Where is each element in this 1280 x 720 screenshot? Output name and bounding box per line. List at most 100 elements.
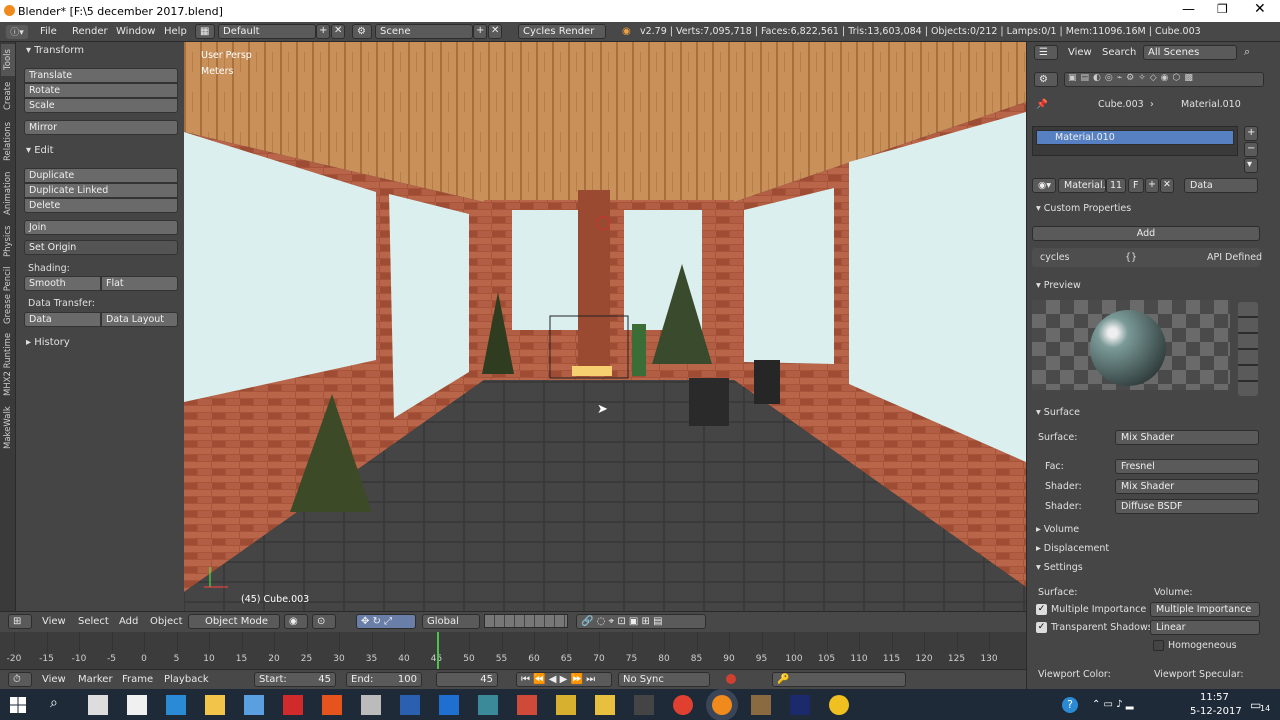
preview-header[interactable]: ▾ Preview bbox=[1036, 280, 1081, 291]
manipulator-icon[interactable]: ✥ ↻ ⤢ bbox=[356, 614, 416, 629]
properties-context-tabs[interactable]: ▣▤◐◎⌁⚙✧◇◉⬡▩ bbox=[1064, 72, 1264, 87]
outlook-icon[interactable] bbox=[439, 695, 459, 715]
outliner-view-menu[interactable]: View bbox=[1068, 47, 1092, 58]
set-origin-select[interactable]: Set Origin bbox=[24, 240, 178, 255]
vp-menu-view[interactable]: View bbox=[42, 616, 66, 627]
settings-header[interactable]: ▾ Settings bbox=[1036, 562, 1083, 573]
start-frame-field[interactable]: Start: 45 bbox=[254, 672, 336, 687]
flat-button[interactable]: Flat bbox=[101, 276, 178, 291]
vectorworks-icon[interactable] bbox=[556, 695, 576, 715]
volume-header[interactable]: ▸ Volume bbox=[1036, 524, 1079, 535]
tl-menu-playback[interactable]: Playback bbox=[164, 674, 209, 685]
translate-button[interactable]: Translate bbox=[24, 68, 178, 83]
menu-help[interactable]: Help bbox=[164, 26, 187, 37]
homogeneous-checkbox[interactable] bbox=[1153, 640, 1164, 651]
menu-window[interactable]: Window bbox=[116, 26, 155, 37]
fake-user-button[interactable]: F bbox=[1128, 178, 1144, 193]
outliner-display-select[interactable]: All Scenes bbox=[1143, 45, 1237, 60]
add-scene-button[interactable]: + bbox=[473, 24, 487, 39]
popcorn-icon[interactable] bbox=[517, 695, 537, 715]
volume-sampling-select[interactable]: Multiple Importance bbox=[1150, 602, 1260, 617]
pdf-icon[interactable] bbox=[283, 695, 303, 715]
data-button[interactable]: Data bbox=[24, 312, 101, 327]
explorer-icon[interactable] bbox=[166, 695, 186, 715]
displacement-header[interactable]: ▸ Displacement bbox=[1036, 543, 1109, 554]
pin-icon[interactable]: 📌 bbox=[1036, 99, 1048, 110]
tl-menu-marker[interactable]: Marker bbox=[78, 674, 113, 685]
3d-viewport[interactable] bbox=[184, 42, 1026, 611]
word-icon[interactable] bbox=[400, 695, 420, 715]
notes-icon[interactable] bbox=[244, 695, 264, 715]
menu-render[interactable]: Render bbox=[72, 26, 108, 37]
calculator-icon[interactable] bbox=[88, 695, 108, 715]
duplicate-button[interactable]: Duplicate bbox=[24, 168, 178, 183]
snap-icon[interactable]: 🔗 ◌ ⌖ ⊡ ▣ ⊞ ▤ bbox=[576, 614, 706, 629]
slot-add-button[interactable]: + bbox=[1244, 126, 1258, 141]
add-property-button[interactable]: Add bbox=[1032, 226, 1260, 241]
editor-type-timeline-icon[interactable]: ⏱ bbox=[8, 672, 32, 687]
material-slot-item[interactable]: Material.010 bbox=[1036, 130, 1234, 145]
vp-menu-object[interactable]: Object bbox=[150, 616, 183, 627]
app2-icon[interactable] bbox=[751, 695, 771, 715]
mirror-button[interactable]: Mirror bbox=[24, 120, 178, 135]
unlink-material-button[interactable]: ✕ bbox=[1160, 178, 1174, 193]
outliner-type-icon[interactable]: ☰ bbox=[1034, 45, 1058, 60]
help-icon[interactable]: ? bbox=[1062, 697, 1078, 713]
add-layout-button[interactable]: + bbox=[316, 24, 330, 39]
transform-panel-header[interactable]: ▾ Transform bbox=[26, 45, 84, 56]
edit-panel-header[interactable]: ▾ Edit bbox=[26, 145, 54, 156]
material-users-field[interactable]: 11 bbox=[1106, 178, 1126, 193]
windows-start-icon[interactable] bbox=[10, 697, 26, 713]
tab-create[interactable]: Create bbox=[1, 78, 15, 114]
new-material-button[interactable]: + bbox=[1145, 178, 1159, 193]
settings-taskbar-icon[interactable] bbox=[478, 695, 498, 715]
custom-properties-header[interactable]: ▾ Custom Properties bbox=[1036, 203, 1131, 214]
material-link-select[interactable]: Data bbox=[1184, 178, 1258, 193]
chrome-icon[interactable] bbox=[673, 695, 693, 715]
orientation-select[interactable]: Global bbox=[422, 614, 480, 629]
blender-taskbar-icon[interactable] bbox=[712, 695, 732, 715]
duplicate-linked-button[interactable]: Duplicate Linked bbox=[24, 183, 178, 198]
surface-shader-select[interactable]: Mix Shader bbox=[1115, 430, 1259, 445]
history-panel-header[interactable]: ▸ History bbox=[26, 337, 70, 348]
shader2-select[interactable]: Diffuse BSDF bbox=[1115, 499, 1259, 514]
smooth-button[interactable]: Smooth bbox=[24, 276, 101, 291]
norton-icon[interactable] bbox=[829, 695, 849, 715]
join-button[interactable]: Join bbox=[24, 220, 178, 235]
rotate-button[interactable]: Rotate bbox=[24, 83, 178, 98]
preview-type-buttons[interactable] bbox=[1238, 302, 1258, 396]
layout-icon[interactable]: ▦ bbox=[195, 24, 215, 39]
material-browse-icon[interactable]: ◉▾ bbox=[1032, 178, 1056, 193]
3d-cursor-icon[interactable] bbox=[596, 216, 610, 230]
app-icon[interactable] bbox=[361, 695, 381, 715]
tab-relations[interactable]: Relations bbox=[1, 118, 15, 164]
notepad-icon[interactable] bbox=[127, 695, 147, 715]
tab-mhx2-runtime[interactable]: MHX2 Runtime bbox=[1, 330, 15, 398]
keying-set-field[interactable]: 🔑 bbox=[772, 672, 906, 687]
search-icon[interactable]: ⌕ bbox=[1244, 45, 1250, 59]
scene-select[interactable]: Scene bbox=[375, 24, 473, 39]
vp-menu-add[interactable]: Add bbox=[119, 616, 138, 627]
tl-menu-view[interactable]: View bbox=[42, 674, 66, 685]
pivot-icon[interactable]: ⊙ bbox=[312, 614, 336, 629]
timeline[interactable]: -20-15-10-505101520253035404550556065707… bbox=[0, 632, 1026, 669]
tab-physics[interactable]: Physics bbox=[1, 222, 15, 260]
layer-buttons[interactable] bbox=[484, 614, 568, 628]
clock-date[interactable]: 5-12-2017 bbox=[1190, 706, 1242, 717]
tab-grease-pencil[interactable]: Grease Pencil bbox=[1, 264, 15, 326]
tab-animation[interactable]: Animation bbox=[1, 168, 15, 218]
maximize-button[interactable]: ❐ bbox=[1217, 2, 1228, 16]
file-explorer-icon[interactable] bbox=[205, 695, 225, 715]
playback-controls[interactable]: ⏮ ⏪ ◀ ▶ ⏩ ⏭ bbox=[516, 672, 612, 687]
surface-header[interactable]: ▾ Surface bbox=[1036, 407, 1080, 418]
transparent-shadows-checkbox[interactable]: ✓ bbox=[1036, 622, 1047, 633]
shading-mode-icon[interactable]: ◉ bbox=[284, 614, 308, 629]
media-icon[interactable] bbox=[634, 695, 654, 715]
multiple-importance-checkbox[interactable]: ✓ bbox=[1036, 604, 1047, 615]
search-taskbar-icon[interactable]: ⌕ bbox=[50, 695, 58, 711]
end-frame-field[interactable]: End: 100 bbox=[346, 672, 422, 687]
editor-type-3d-icon[interactable]: ⊞ bbox=[8, 614, 32, 629]
data-layout-button[interactable]: Data Layout bbox=[101, 312, 178, 327]
current-frame-field[interactable]: 45 bbox=[436, 672, 498, 687]
tl-menu-frame[interactable]: Frame bbox=[122, 674, 153, 685]
